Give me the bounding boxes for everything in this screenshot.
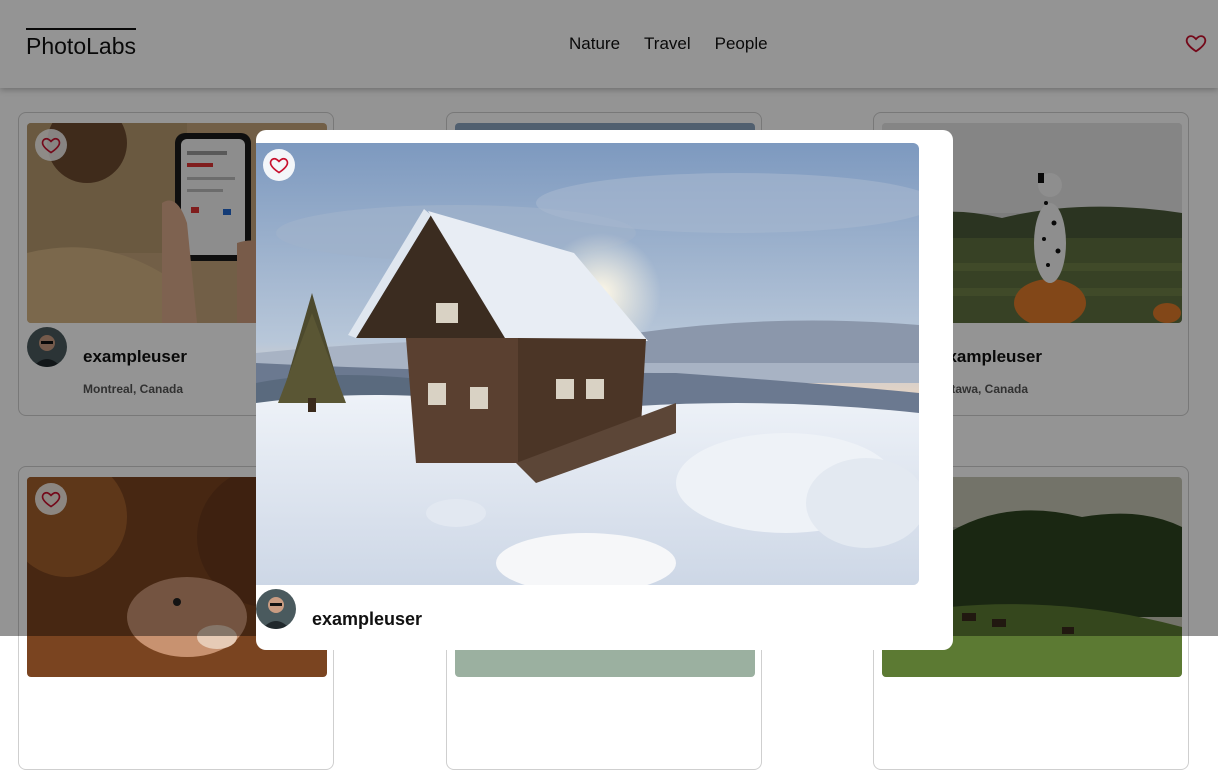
username: exampleuser bbox=[312, 609, 423, 629]
photo-details-image bbox=[256, 143, 919, 585]
favorite-button[interactable] bbox=[263, 149, 295, 181]
avatar bbox=[256, 589, 296, 629]
heart-icon bbox=[269, 157, 289, 174]
photo-details-modal: exampleuser bbox=[256, 130, 953, 650]
